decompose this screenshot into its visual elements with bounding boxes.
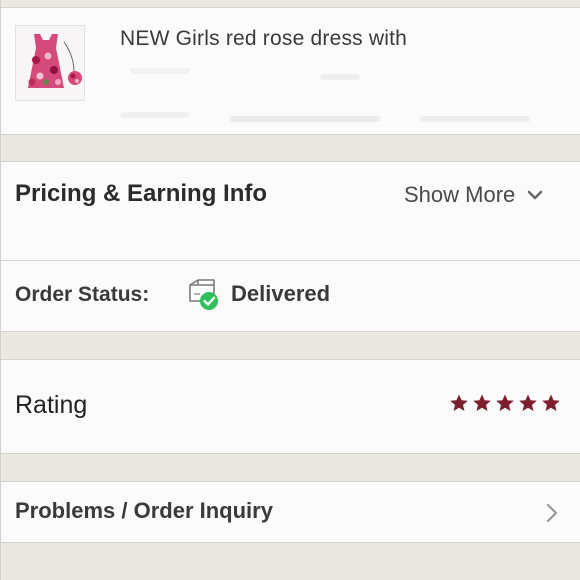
rating-stars — [449, 393, 561, 413]
rating-section: Rating — [1, 360, 580, 453]
order-status-value: Delivered — [231, 281, 331, 306]
problems-label: Problems / Order Inquiry — [15, 498, 273, 523]
problems-order-inquiry-row[interactable]: Problems / Order Inquiry — [1, 482, 580, 542]
star-icon — [496, 394, 514, 411]
star-icon — [450, 394, 468, 411]
rating-label: Rating — [15, 391, 88, 419]
delivered-box-check-icon — [189, 279, 218, 310]
star-icon — [473, 394, 491, 411]
status-bottom-divider — [1, 331, 580, 332]
show-more-label: Show More — [404, 182, 516, 207]
pricing-label: Pricing & Earning Info — [15, 180, 268, 207]
product-row[interactable]: NEW Girls red rose dress with — [1, 8, 580, 134]
pricing-section: Pricing & Earning Info Show More — [1, 162, 580, 260]
problems-bottom-divider — [1, 542, 580, 543]
order-status-label: Order Status: — [15, 283, 150, 306]
star-icon — [519, 394, 537, 411]
chevron-right-icon — [546, 503, 558, 523]
chevron-down-icon — [527, 190, 543, 200]
order-status-section: Order Status: Delivered — [1, 261, 580, 331]
product-bottom-divider — [1, 134, 580, 135]
product-title: NEW Girls red rose dress with — [120, 27, 408, 50]
product-thumbnail[interactable] — [15, 25, 85, 101]
star-icon — [542, 394, 560, 411]
dress-photo-icon — [16, 26, 84, 100]
product-title-overflow — [120, 60, 540, 130]
show-more-button[interactable]: Show More — [404, 182, 543, 208]
rating-bottom-divider — [1, 453, 580, 454]
